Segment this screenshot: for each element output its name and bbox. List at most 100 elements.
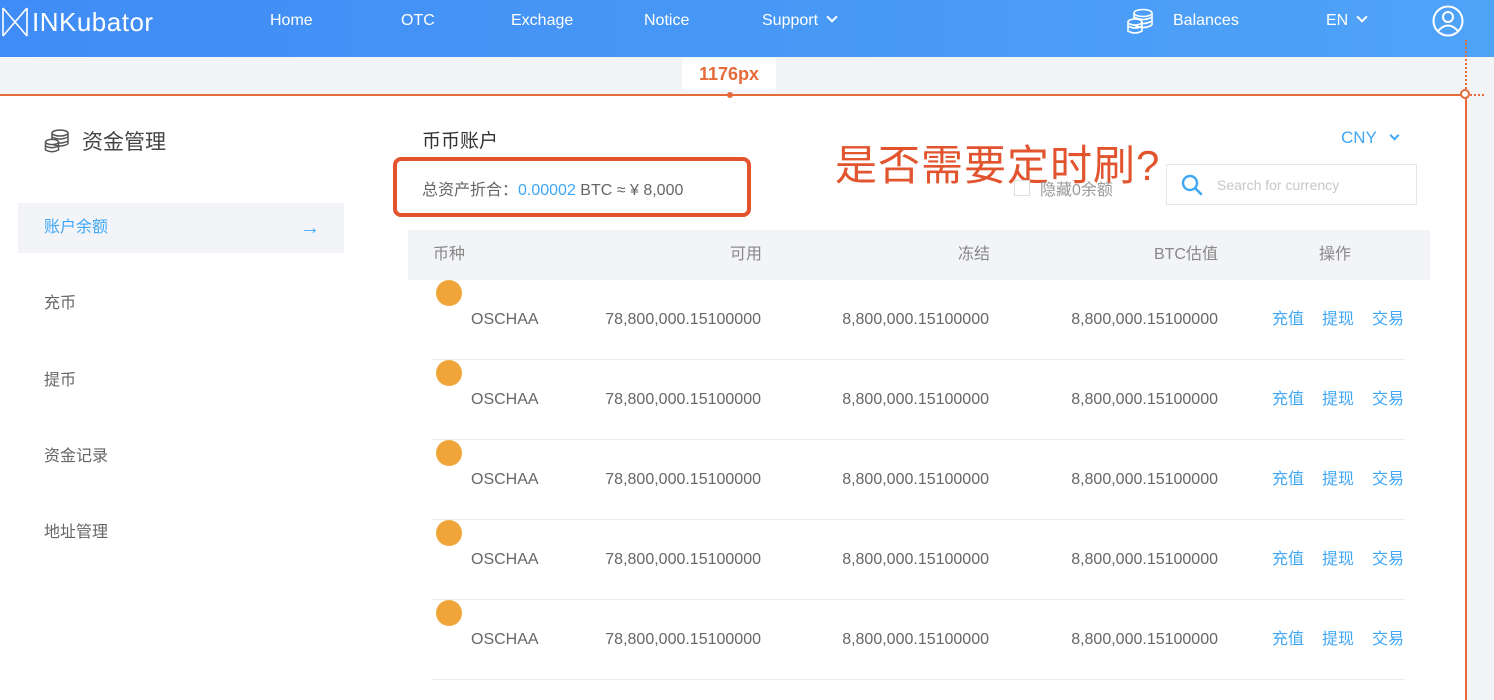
sidebar-item-records[interactable]: 资金记录 <box>18 432 344 482</box>
deposit-link[interactable]: 充值 <box>1272 280 1304 360</box>
available-balance: 78,800,000.15100000 <box>605 471 761 488</box>
coin-name: OSCHAA <box>471 391 539 408</box>
measure-vertical-line <box>1465 95 1467 700</box>
search-box[interactable] <box>1166 164 1417 205</box>
nav-balances[interactable]: Balances <box>1173 0 1239 42</box>
nav-home[interactable]: Home <box>270 0 313 42</box>
logo-text: INKubator <box>32 6 154 37</box>
column-header-coin: 币种 <box>433 246 466 263</box>
arrow-right-icon: → <box>300 217 320 239</box>
bitcoin-icon: B <box>436 360 462 408</box>
measure-label: 1176px <box>682 58 776 90</box>
measure-endpoint <box>1460 89 1470 99</box>
top-navbar: INKubator Home OTC Exchage Notice Suppor… <box>0 0 1494 57</box>
trade-link[interactable]: 交易 <box>1372 520 1404 600</box>
hide-zero-label: 隐藏0余额 <box>1040 182 1113 199</box>
column-header-frozen: 冻结 <box>957 246 990 263</box>
sidebar-title: 资金管理 <box>44 126 166 156</box>
table-row: B OSCHAA 78,800,000.15100000 8,800,000.1510… <box>432 520 1405 600</box>
table-row: B OSCHAA 78,800,000.15100000 8,800,000.1510… <box>432 360 1405 440</box>
coin-name: OSCHAA <box>471 631 539 648</box>
sidebar-item-label: 充币 <box>44 295 77 312</box>
column-header-available: 可用 <box>729 246 762 263</box>
measure-line <box>0 94 1466 96</box>
table-row: B OSCHAA 78,800,000.15100000 8,800,000.1510… <box>432 440 1405 520</box>
search-input[interactable] <box>1217 176 1397 193</box>
logo[interactable]: INKubator <box>0 6 154 38</box>
coins-icon <box>44 129 69 153</box>
frozen-balance: 8,800,000.15100000 <box>842 391 989 408</box>
available-balance: 78,800,000.15100000 <box>605 391 761 408</box>
measure-guide <box>1465 40 1467 92</box>
deposit-link[interactable]: 充值 <box>1272 600 1304 680</box>
coin-name: OSCHAA <box>471 311 539 328</box>
measure-midpoint <box>727 92 733 98</box>
trade-link[interactable]: 交易 <box>1372 280 1404 360</box>
currency-select[interactable]: CNY <box>1341 128 1400 148</box>
coins-icon <box>1127 8 1153 34</box>
measure-guide <box>1470 94 1484 96</box>
nav-exchange[interactable]: Exchage <box>511 0 573 42</box>
available-balance: 78,800,000.15100000 <box>605 551 761 568</box>
logo-icon <box>2 7 28 37</box>
chevron-down-icon <box>1389 130 1400 141</box>
language-select[interactable]: EN <box>1326 0 1368 42</box>
search-icon <box>1181 174 1203 195</box>
hide-zero-checkbox[interactable] <box>1014 180 1030 196</box>
deposit-link[interactable]: 充值 <box>1272 440 1304 520</box>
sidebar-item-deposit[interactable]: 充币 <box>18 279 344 329</box>
nav-support[interactable]: Support <box>762 0 838 42</box>
language-label: EN <box>1326 12 1349 29</box>
chevron-down-icon <box>826 11 838 23</box>
available-balance: 78,800,000.15100000 <box>605 311 761 328</box>
trade-link[interactable]: 交易 <box>1372 440 1404 520</box>
frozen-balance: 8,800,000.15100000 <box>842 551 989 568</box>
hide-zero-toggle[interactable]: 隐藏0余额 <box>1014 176 1113 200</box>
trade-link[interactable]: 交易 <box>1372 360 1404 440</box>
chevron-down-icon <box>1356 11 1368 23</box>
user-avatar-icon[interactable] <box>1432 5 1464 37</box>
sidebar-item-label: 地址管理 <box>44 524 109 541</box>
withdraw-link[interactable]: 提现 <box>1322 520 1354 600</box>
deposit-link[interactable]: 充值 <box>1272 520 1304 600</box>
btc-value: 8,800,000.15100000 <box>1071 311 1218 328</box>
sidebar-title-label: 资金管理 <box>82 131 166 154</box>
btc-value: 8,800,000.15100000 <box>1071 391 1218 408</box>
trade-link[interactable]: 交易 <box>1372 600 1404 680</box>
btc-value: 8,800,000.15100000 <box>1071 471 1218 488</box>
frozen-balance: 8,800,000.15100000 <box>842 471 989 488</box>
table-row: B OSCHAA 78,800,000.15100000 8,800,000.1510… <box>432 600 1405 680</box>
currency-label: CNY <box>1341 128 1377 147</box>
bitcoin-icon: B <box>436 600 462 648</box>
sidebar-item-label: 提币 <box>44 372 77 389</box>
page-title: 币币账户 <box>422 131 499 152</box>
withdraw-link[interactable]: 提现 <box>1322 280 1354 360</box>
coin-name: OSCHAA <box>471 471 539 488</box>
bitcoin-icon: B <box>436 440 462 488</box>
table-header: 币种 可用 冻结 BTC估值 操作 <box>408 230 1430 280</box>
bitcoin-icon: B <box>436 280 462 328</box>
sidebar: 资金管理 账户余额 → 充币 提币 资金记录 地址管理 <box>0 96 370 700</box>
column-header-btc-value: BTC估值 <box>1153 246 1218 263</box>
nav-otc[interactable]: OTC <box>401 0 435 42</box>
withdraw-link[interactable]: 提现 <box>1322 440 1354 520</box>
withdraw-link[interactable]: 提现 <box>1322 360 1354 440</box>
available-balance: 78,800,000.15100000 <box>605 631 761 648</box>
btc-value: 8,800,000.15100000 <box>1071 551 1218 568</box>
nav-support-label: Support <box>762 12 819 29</box>
deposit-link[interactable]: 充值 <box>1272 360 1304 440</box>
nav-notice[interactable]: Notice <box>644 0 689 42</box>
withdraw-link[interactable]: 提现 <box>1322 600 1354 680</box>
bitcoin-icon: B <box>436 520 462 568</box>
frozen-balance: 8,800,000.15100000 <box>842 311 989 328</box>
column-header-actions: 操作 <box>1319 246 1352 263</box>
sidebar-item-label: 资金记录 <box>44 448 109 465</box>
sidebar-item-account-balance[interactable]: 账户余额 → <box>18 203 344 253</box>
coin-name: OSCHAA <box>471 551 539 568</box>
btc-value: 8,800,000.15100000 <box>1071 631 1218 648</box>
frozen-balance: 8,800,000.15100000 <box>842 631 989 648</box>
sidebar-item-addresses[interactable]: 地址管理 <box>18 508 344 558</box>
main-panel: 币币账户 总资产折合：0.00002 BTC ≈ ¥ 8,000 是否需要定时刷… <box>370 96 1466 700</box>
annotation-highlight-box <box>393 157 751 217</box>
sidebar-item-withdraw[interactable]: 提币 <box>18 356 344 406</box>
